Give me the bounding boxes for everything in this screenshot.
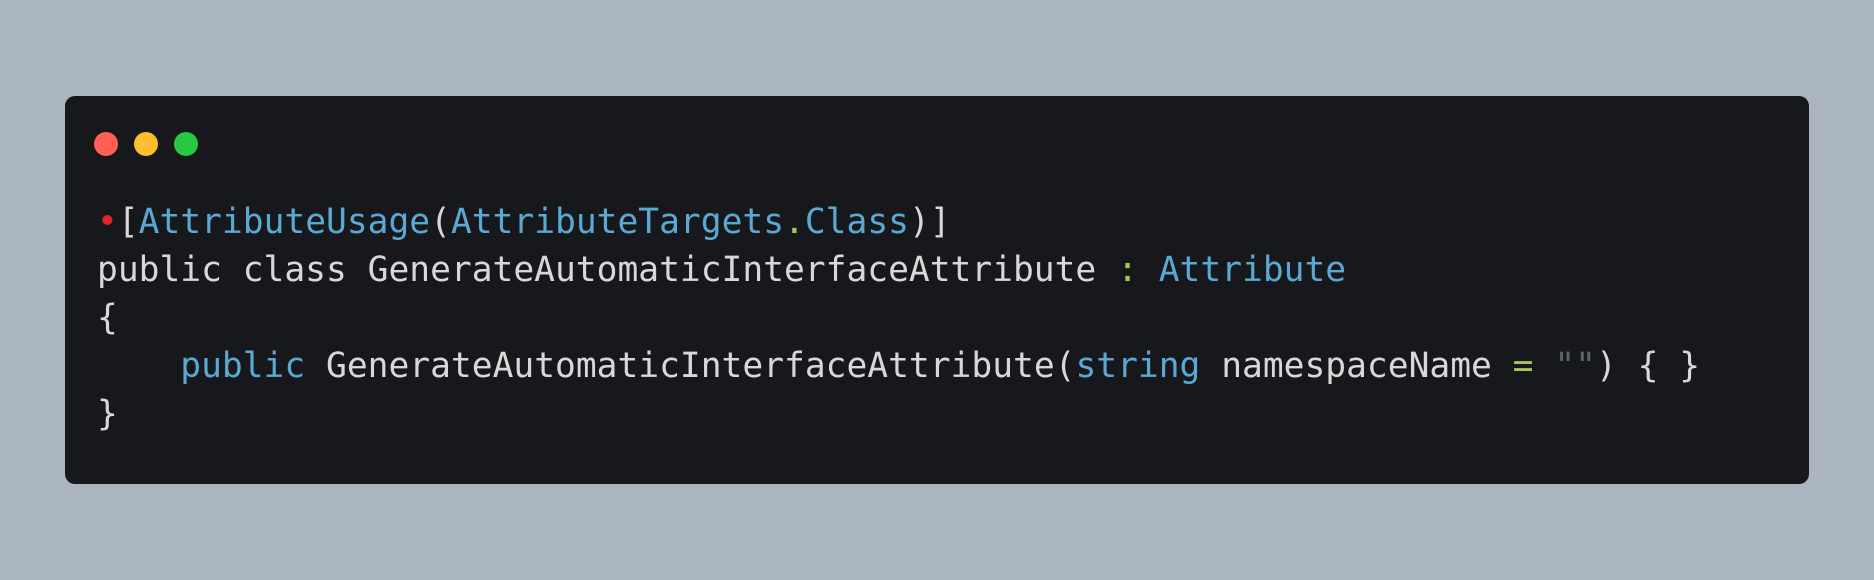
constructor-body: ) { } xyxy=(1595,346,1701,386)
open-paren: ( xyxy=(430,202,451,242)
public-keyword: public xyxy=(180,346,306,386)
class-member-token: Class xyxy=(804,202,909,242)
close-brace: } xyxy=(97,394,118,434)
close-dot-icon[interactable] xyxy=(94,132,118,156)
bullet-marker: • xyxy=(97,202,118,242)
code-line-3: { xyxy=(97,294,1700,342)
class-declaration: public class GenerateAutomaticInterfaceA… xyxy=(97,250,1118,290)
minimize-dot-icon[interactable] xyxy=(134,132,158,156)
code-line-1: •[AttributeUsage(AttributeTargets.Class)… xyxy=(97,198,1700,246)
string-keyword: string xyxy=(1075,346,1201,386)
code-line-4: public GenerateAutomaticInterfaceAttribu… xyxy=(97,342,1700,390)
member-dot: . xyxy=(784,202,805,242)
parameter-name: namespaceName xyxy=(1200,346,1513,386)
equals-operator: = xyxy=(1512,346,1534,386)
attribute-targets-token: AttributeTargets xyxy=(450,202,785,242)
code-line-2: public class GenerateAutomaticInterfaceA… xyxy=(97,246,1700,294)
attribute-usage-token: AttributeUsage xyxy=(138,202,431,242)
close-paren-bracket: )] xyxy=(908,202,951,242)
inheritance-colon: : xyxy=(1117,250,1138,290)
constructor-name: GenerateAutomaticInterfaceAttribute( xyxy=(305,346,1076,386)
base-class-token: Attribute xyxy=(1158,250,1347,290)
code-line-5: } xyxy=(97,390,1700,438)
code-window: •[AttributeUsage(AttributeTargets.Class)… xyxy=(65,96,1809,484)
open-bracket: [ xyxy=(117,202,139,242)
maximize-dot-icon[interactable] xyxy=(174,132,198,156)
open-brace: { xyxy=(97,298,118,338)
code-block: •[AttributeUsage(AttributeTargets.Class)… xyxy=(97,198,1700,438)
empty-string-literal: "" xyxy=(1554,346,1596,386)
